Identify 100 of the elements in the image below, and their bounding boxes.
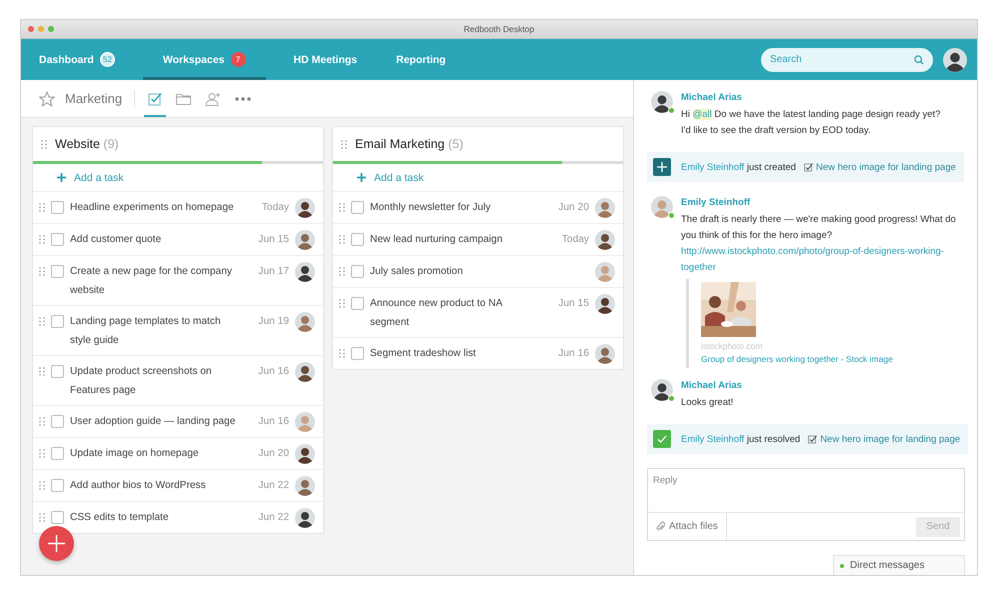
due-date: Today — [562, 234, 589, 245]
avatar — [595, 198, 615, 218]
avatar — [943, 48, 967, 72]
task-title[interactable]: Announce new product to NA segment — [370, 294, 549, 332]
close-button[interactable] — [28, 26, 34, 32]
task-title[interactable]: Add author bios to WordPress — [70, 476, 249, 495]
task-link[interactable]: New hero image for landing page — [808, 434, 960, 444]
checkbox-icon — [148, 92, 162, 106]
task-checkbox[interactable] — [351, 201, 364, 214]
due-date: Jun 22 — [258, 480, 289, 491]
drag-handle-icon[interactable] — [39, 449, 45, 458]
task-checkbox[interactable] — [351, 297, 364, 310]
star-icon[interactable] — [39, 90, 55, 106]
task-title[interactable]: New lead nurturing campaign — [370, 230, 549, 249]
due-date: Today — [262, 202, 289, 213]
avatar — [295, 312, 315, 332]
task-title[interactable]: Create a new page for the company website — [70, 262, 249, 300]
avatar — [295, 230, 315, 250]
task-title[interactable]: Add customer quote — [70, 230, 249, 249]
due-date: Jun 16 — [558, 348, 589, 359]
task-title[interactable]: Update product screenshots on Features page — [70, 362, 249, 400]
task-checkbox[interactable] — [51, 365, 64, 378]
more-icon — [235, 96, 252, 100]
folder-icon — [176, 92, 192, 104]
drag-handle-icon[interactable] — [39, 267, 45, 276]
avatar — [651, 91, 673, 113]
due-date: Jun 17 — [258, 266, 289, 277]
message-text: The draft is nearly there — we're making good progress! What do you think of this for the hero image? http://www.istockphoto.com/photo/group-of-designers-working-together — [681, 212, 961, 276]
task-title[interactable]: CSS edits to template — [70, 508, 249, 527]
drag-handle-icon[interactable] — [39, 367, 45, 376]
drag-handle-icon[interactable] — [339, 203, 345, 212]
due-date: Jun 15 — [258, 234, 289, 245]
drag-handle-icon[interactable] — [41, 140, 47, 148]
drag-handle-icon[interactable] — [341, 140, 347, 148]
count-badge: 52 — [100, 52, 115, 67]
task-checkbox[interactable] — [351, 347, 364, 360]
task-checkbox[interactable] — [51, 479, 64, 492]
task-link[interactable]: New hero image for landing page — [804, 162, 956, 172]
column-title: Website (9) — [55, 137, 119, 151]
avatar — [595, 344, 615, 364]
task-title[interactable]: Update image on homepage — [70, 444, 249, 463]
checkbox-icon — [808, 434, 818, 444]
reply-field[interactable]: Reply — [647, 468, 965, 513]
task-checkbox[interactable] — [51, 265, 64, 278]
task-checkbox[interactable] — [51, 447, 64, 460]
direct-messages-tab[interactable]: Direct messages — [833, 555, 965, 575]
plus-icon — [48, 535, 65, 552]
task-checkbox[interactable] — [351, 265, 364, 278]
count-badge: 7 — [230, 52, 246, 67]
task-checkbox[interactable] — [51, 315, 64, 328]
avatar — [651, 196, 673, 218]
workspace-title: Marketing — [65, 91, 122, 106]
avatar — [595, 230, 615, 250]
drag-handle-icon[interactable] — [39, 481, 45, 490]
avatar — [295, 362, 315, 382]
avatar — [595, 262, 615, 282]
minimize-button[interactable] — [38, 26, 44, 32]
add-person-icon — [205, 92, 222, 106]
avatar — [295, 508, 315, 528]
drag-handle-icon[interactable] — [39, 513, 45, 522]
drag-handle-icon[interactable] — [339, 235, 345, 244]
due-date: Jun 15 — [558, 298, 589, 309]
task-title[interactable]: Landing page templates to match style guide — [70, 312, 249, 350]
search-icon — [914, 54, 924, 64]
activity-text: Emily Steinhoff just created — [681, 162, 796, 172]
task-checkbox[interactable] — [51, 233, 64, 246]
paperclip-icon — [656, 521, 665, 532]
drag-handle-icon[interactable] — [39, 235, 45, 244]
task-title[interactable]: July sales promotion — [370, 262, 549, 281]
task-checkbox[interactable] — [51, 201, 64, 214]
avatar — [295, 444, 315, 464]
activity-text: Emily Steinhoff just resolved — [681, 434, 800, 444]
search-field[interactable]: Search — [761, 48, 933, 72]
task-title[interactable]: User adoption guide — landing page — [70, 412, 249, 431]
due-date: Jun 20 — [258, 448, 289, 459]
drag-handle-icon[interactable] — [339, 267, 345, 276]
drag-handle-icon[interactable] — [339, 299, 345, 308]
task-checkbox[interactable] — [51, 415, 64, 428]
task-checkbox[interactable] — [351, 233, 364, 246]
avatar — [295, 198, 315, 218]
maximize-button[interactable] — [48, 26, 54, 32]
task-title[interactable]: Monthly newsletter for July — [370, 198, 549, 217]
task-title[interactable]: Segment tradeshow list — [370, 344, 549, 363]
avatar — [595, 294, 615, 314]
avatar — [295, 412, 315, 432]
column-title: Email Marketing (5) — [355, 137, 464, 151]
avatar — [651, 379, 673, 401]
avatar — [295, 476, 315, 496]
drag-handle-icon[interactable] — [39, 417, 45, 426]
plus-icon — [653, 158, 671, 176]
drag-handle-icon[interactable] — [39, 203, 45, 212]
drag-handle-icon[interactable] — [39, 317, 45, 326]
due-date: Jun 16 — [258, 416, 289, 427]
check-icon — [653, 430, 671, 448]
due-date: Jun 19 — [258, 316, 289, 327]
task-title[interactable]: Headline experiments on homepage — [70, 198, 249, 217]
avatar — [295, 262, 315, 282]
drag-handle-icon[interactable] — [339, 349, 345, 358]
task-checkbox[interactable] — [51, 511, 64, 524]
window-title: Redbooth Desktop — [464, 24, 534, 34]
